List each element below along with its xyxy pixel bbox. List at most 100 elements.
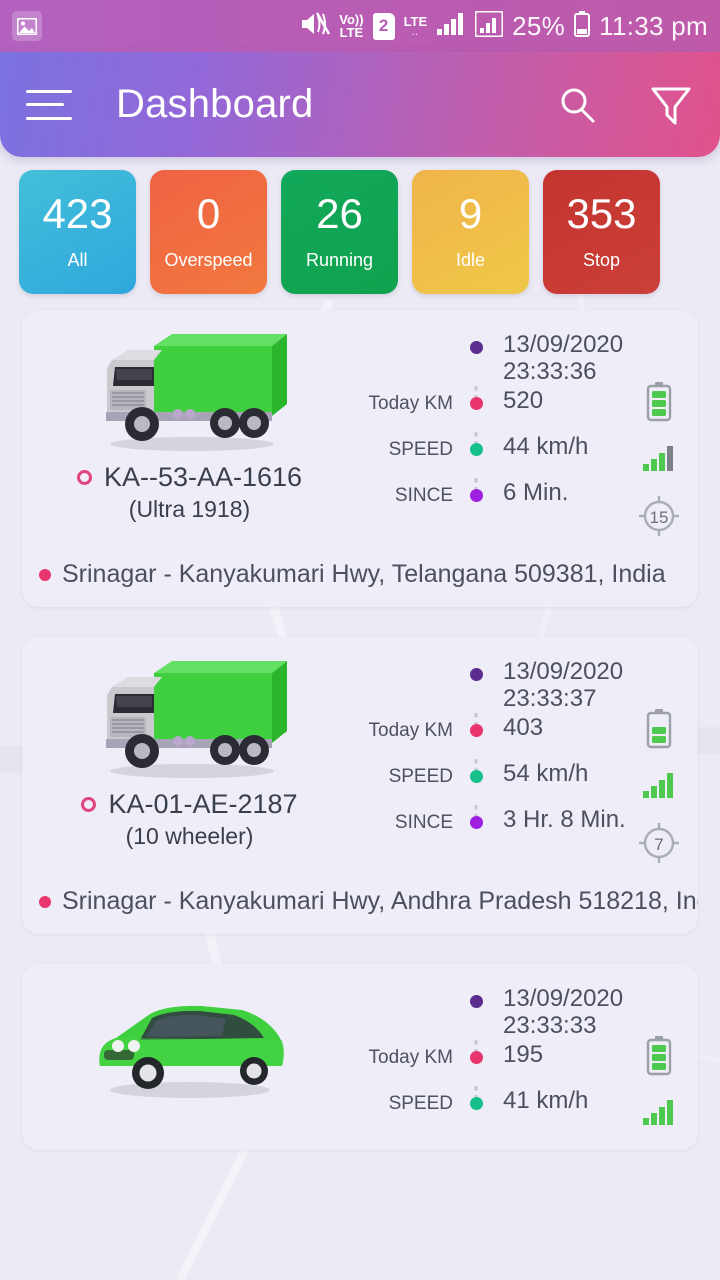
dashboard-screen: Vo)) LTE 2 LTE .. 25% 11:33 pm Dashboard… <box>0 0 720 1280</box>
battery-icon <box>646 1036 672 1076</box>
timeline-dot-today-km <box>469 723 483 737</box>
status-ring-icon <box>76 470 92 485</box>
status-bar-right: Vo)) LTE 2 LTE .. 25% 11:33 pm <box>300 10 708 42</box>
timeline-label <box>357 984 465 991</box>
timeline-row-datetime: 13/09/2020 23:33:36 <box>357 330 626 386</box>
timeline-dot-col <box>465 984 487 1008</box>
app-bar: Dashboard <box>0 52 720 157</box>
address-row: Srinagar - Kanyakumari Hwy, Telangana 50… <box>22 538 698 589</box>
timeline-label-since: SINCE <box>394 484 453 506</box>
timeline-row-since: SINCE 6 Min. <box>357 477 626 524</box>
vehicle-timeline: 13/09/2020 23:33:36 Today KM 520 SPEED 4… <box>357 324 626 524</box>
image-notification-icon <box>12 11 42 41</box>
vehicle-card-top: KA-01-AE-2187 (10 wheeler) 13/09/2020 23… <box>22 651 698 865</box>
signal-bars-2-icon <box>474 10 504 42</box>
gps-count-label: 7 <box>654 835 663 854</box>
filter-icon[interactable] <box>648 82 694 128</box>
timeline-label-today-km: Today KM <box>368 392 453 414</box>
timeline-row-today-km: Today KM 403 <box>357 712 626 759</box>
green-box-truck-image <box>106 334 287 451</box>
timeline-dot-col <box>465 1085 487 1110</box>
vehicle-card[interactable]: KA--53-AA-1616 (Ultra 1918) 13/09/2020 2… <box>22 310 698 607</box>
gps-satellite-icon: 7 <box>639 823 679 863</box>
timeline-label-speed: SPEED <box>388 438 453 460</box>
vehicle-list: KA--53-AA-1616 (Ultra 1918) 13/09/2020 2… <box>0 310 720 1150</box>
app-bar-actions <box>556 82 694 128</box>
vehicle-time: 23:33:37 <box>503 684 597 712</box>
plate-row: KA-01-AE-2187 <box>81 789 298 820</box>
timeline-label-speed: SPEED <box>388 765 453 787</box>
stat-label: All <box>67 250 88 270</box>
vehicle-card[interactable]: KA-01-AE-2187 (10 wheeler) 13/09/2020 23… <box>22 637 698 934</box>
timeline-dot-speed <box>469 1096 483 1110</box>
timeline-dot-col <box>465 804 487 829</box>
timeline-label-today-km: Today KM <box>368 719 453 741</box>
mute-icon <box>300 11 331 42</box>
stat-count: 9 <box>458 190 483 237</box>
battery-percent-label: 25% <box>512 11 566 41</box>
timeline-dot-since <box>469 815 483 829</box>
timeline-value-datetime: 13/09/2020 23:33:36 <box>487 330 626 386</box>
timeline-dot-speed <box>469 769 483 783</box>
timeline-label <box>357 657 465 664</box>
stat-label: Overspeed <box>164 250 253 270</box>
battery-icon <box>646 382 672 422</box>
timeline-row-since: SINCE 3 Hr. 8 Min. <box>357 804 626 851</box>
signal-strength-icon <box>643 1100 673 1125</box>
battery-icon <box>646 709 672 749</box>
stat-count: 26 <box>316 190 363 237</box>
vehicle-time: 23:33:33 <box>503 1011 597 1039</box>
lte-icon: LTE .. <box>403 13 428 37</box>
timeline-value-datetime: 13/09/2020 23:33:33 <box>487 984 626 1040</box>
sim2-icon: 2 <box>372 12 395 40</box>
status-bar: Vo)) LTE 2 LTE .. 25% 11:33 pm <box>0 0 720 52</box>
timeline-value-today-km: 195 <box>503 1040 544 1068</box>
vehicle-identity: KA-01-AE-2187 (10 wheeler) <box>22 651 357 850</box>
stat-card-all[interactable]: 423 All <box>19 170 136 294</box>
vehicle-indicators <box>626 978 692 1126</box>
timeline-dot-col <box>465 431 487 456</box>
stat-card-running[interactable]: 26 Running <box>281 170 398 294</box>
status-ring-icon <box>81 797 97 812</box>
signal-bars-1-icon <box>436 12 466 41</box>
stat-card-stop[interactable]: 353 Stop <box>543 170 660 294</box>
timeline-dot-today-km <box>469 1050 483 1064</box>
timeline-dot-col <box>465 477 487 502</box>
status-bar-left <box>12 11 42 41</box>
vehicle-identity: KA--53-AA-1616 (Ultra 1918) <box>22 324 357 523</box>
timeline-row-speed: SPEED 54 km/h <box>357 758 626 805</box>
timeline-dot-since <box>469 488 483 502</box>
timeline-dot-today-km <box>469 396 483 410</box>
gps-satellite-icon: 15 <box>639 496 679 536</box>
timeline-dot-col <box>465 758 487 783</box>
green-car-image <box>99 1005 284 1098</box>
stat-card-overspeed[interactable]: 0 Overspeed <box>150 170 267 294</box>
timeline-value-since: 3 Hr. 8 Min. <box>503 805 626 833</box>
hamburger-menu-icon[interactable] <box>26 88 72 122</box>
vehicle-timeline: 13/09/2020 23:33:37 Today KM 403 SPEED 5… <box>357 651 626 851</box>
timeline-dot-col <box>465 385 487 410</box>
vehicle-plate: KA--53-AA-1616 <box>103 462 303 492</box>
timeline-dot-col <box>465 712 487 737</box>
stat-label: Idle <box>455 250 486 270</box>
stat-count: 423 <box>42 190 113 237</box>
location-pin-icon <box>39 568 51 581</box>
timeline-dot-col <box>465 1039 487 1064</box>
green-box-truck-image <box>106 661 287 778</box>
stat-label: Running <box>305 250 374 270</box>
clock-label: 11:33 pm <box>599 11 708 41</box>
location-pin-icon <box>39 895 51 908</box>
timeline-value-today-km: 520 <box>503 386 544 414</box>
search-icon[interactable] <box>556 84 598 126</box>
timeline-row-speed: SPEED 41 km/h <box>357 1085 626 1132</box>
vehicle-card-top: 13/09/2020 23:33:33 Today KM 195 SPEED 4… <box>22 978 698 1132</box>
status-summary-row: 423 All 0 Overspeed 26 Running 9 Idle 35… <box>0 157 720 310</box>
timeline-dot-speed <box>469 442 483 456</box>
timeline-row-speed: SPEED 44 km/h <box>357 431 626 478</box>
timeline-value-speed: 41 km/h <box>503 1086 589 1114</box>
vehicle-card[interactable]: 13/09/2020 23:33:33 Today KM 195 SPEED 4… <box>22 964 698 1150</box>
vehicle-plate: KA-01-AE-2187 <box>108 789 298 819</box>
stat-card-idle[interactable]: 9 Idle <box>412 170 529 294</box>
timeline-row-datetime: 13/09/2020 23:33:37 <box>357 657 626 713</box>
vehicle-timeline: 13/09/2020 23:33:33 Today KM 195 SPEED 4… <box>357 978 626 1132</box>
